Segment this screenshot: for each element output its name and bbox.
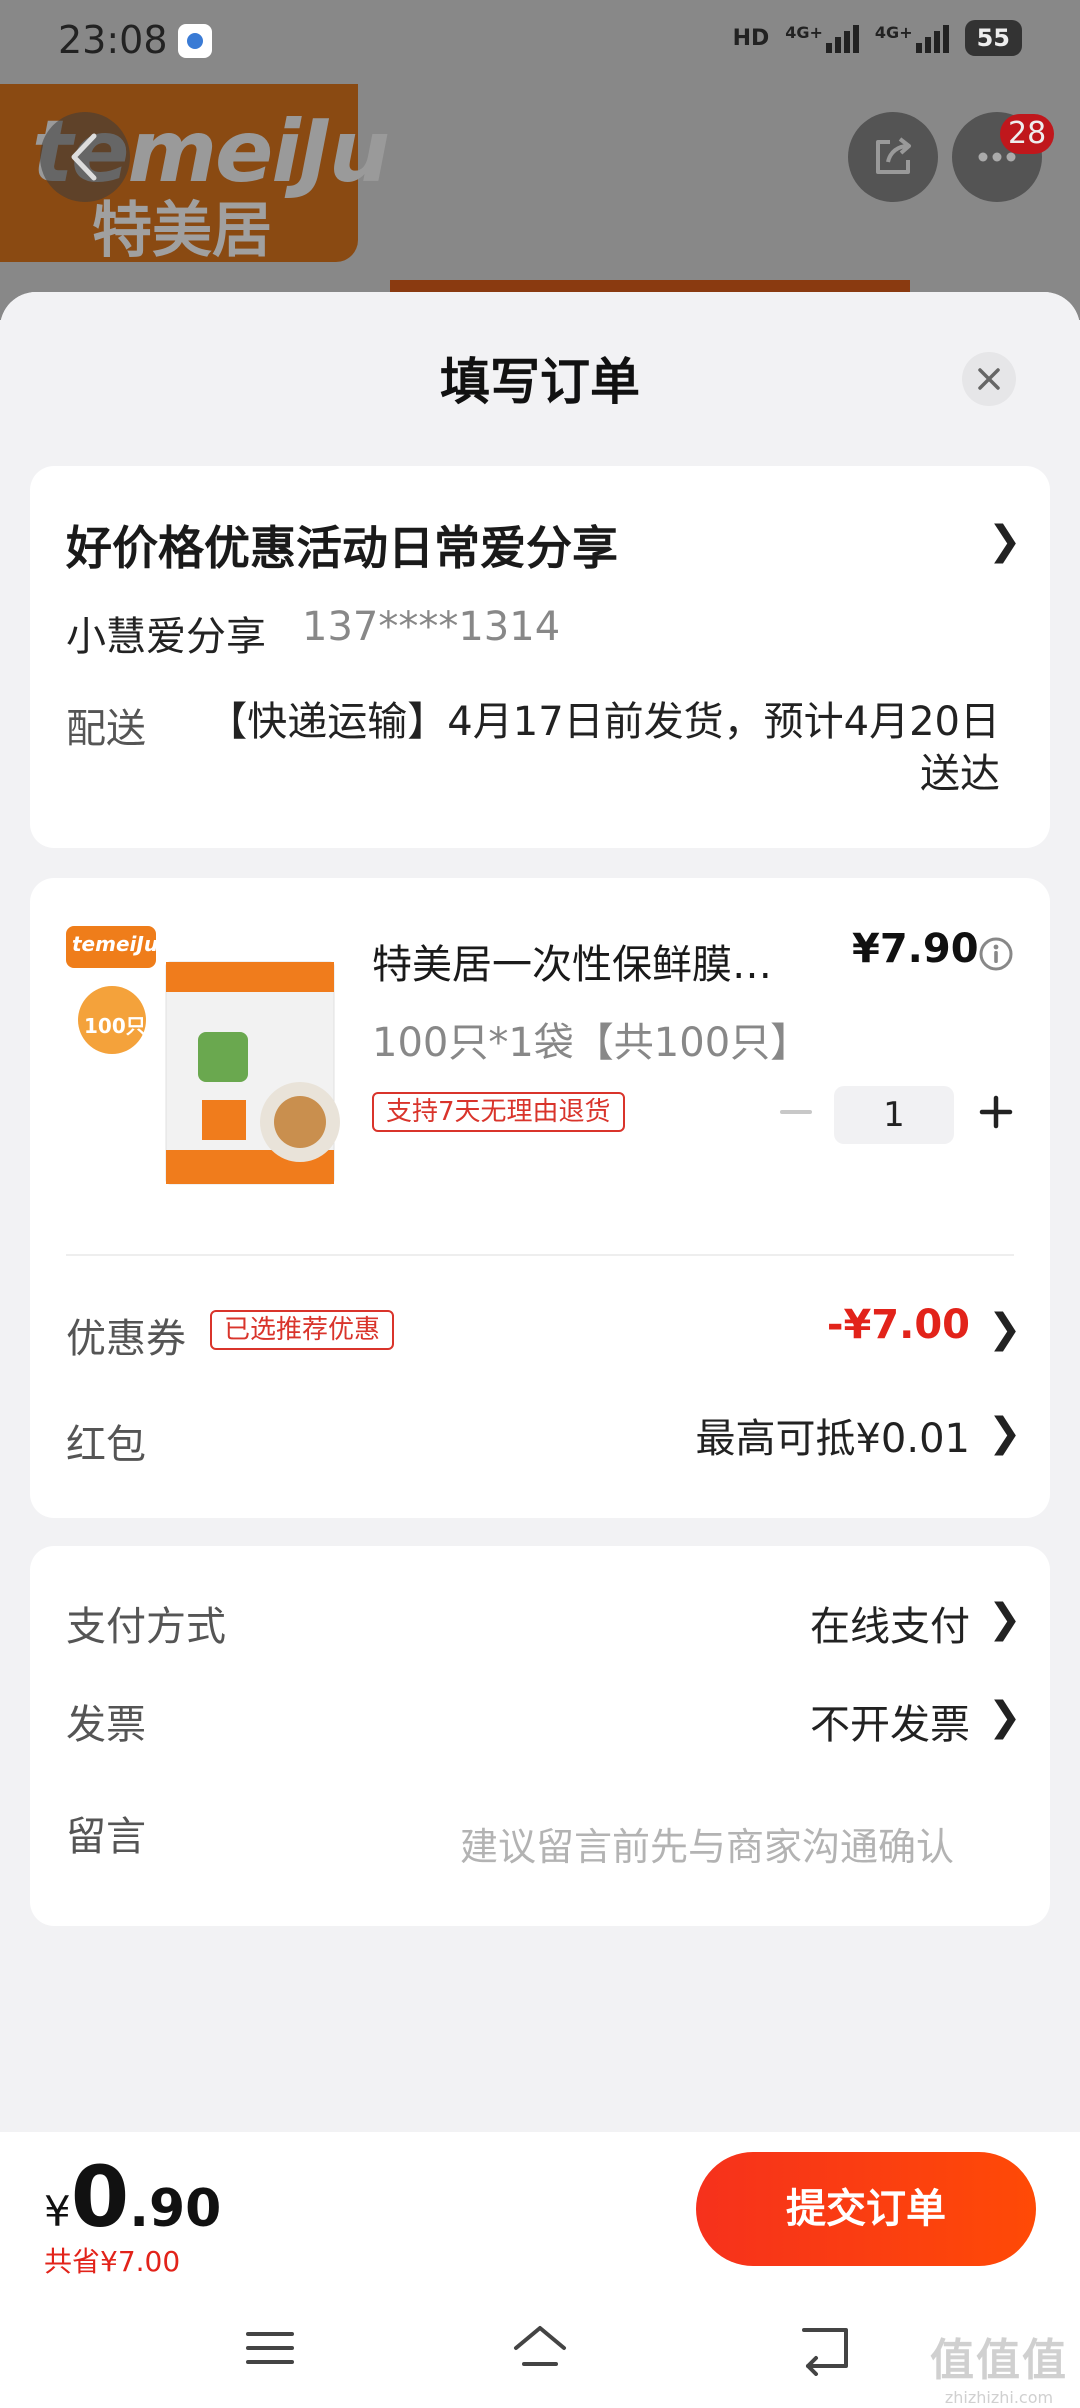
remark-label: 留言 xyxy=(66,1814,146,1860)
invoice-value[interactable]: 不开发票 xyxy=(810,1692,970,1750)
product-card: temeiJu 100只 特美居一次性保鲜膜… ¥7.90 100只*1袋【共1… xyxy=(30,878,1050,1518)
invoice-chevron-icon[interactable]: ❯ xyxy=(988,1694,1022,1740)
sheet-header: 填写订单 xyxy=(0,292,1080,462)
total-price: ¥0.90 xyxy=(44,2148,221,2246)
red-packet-label: 红包 xyxy=(66,1422,146,1468)
app-notification-icon xyxy=(178,24,212,58)
address-title: 好价格优惠活动日常爱分享 xyxy=(66,521,618,575)
battery-icon: 55 xyxy=(964,20,1022,56)
recipient-name: 小慧爱分享 xyxy=(66,614,266,660)
system-nav-bar: 值值值 zhizhizhi.com xyxy=(0,2292,1080,2408)
checkout-bar: ¥0.90 共省¥7.00 提交订单 xyxy=(0,2132,1080,2292)
close-icon xyxy=(978,368,1000,390)
invoice-label: 发票 xyxy=(66,1702,146,1748)
quantity-input[interactable]: 1 xyxy=(834,1086,954,1144)
watermark: 值值值 zhizhizhi.com xyxy=(930,2324,1068,2407)
hd-icon: HD xyxy=(732,25,770,51)
recipient-phone: 137****1314 xyxy=(302,604,561,650)
product-image-badge: 100只 xyxy=(84,1014,146,1038)
coupon-label: 优惠券 xyxy=(66,1316,186,1362)
chevron-left-icon xyxy=(71,133,97,181)
product-image[interactable]: temeiJu 100只 xyxy=(66,922,366,1194)
signal-icon: 4G+ xyxy=(785,23,859,53)
total-integer: 0 xyxy=(70,2148,130,2246)
product-image-brand: temeiJu xyxy=(72,932,159,956)
sim2-label: 4G+ xyxy=(874,23,913,42)
info-icon[interactable] xyxy=(978,936,1014,972)
sim1-label: 4G+ xyxy=(785,23,823,42)
saved-amount: 共省¥7.00 xyxy=(44,2245,181,2278)
back-button[interactable] xyxy=(40,112,130,202)
notification-badge: 28 xyxy=(1000,114,1055,154)
order-sheet: 填写订单 好价格优惠活动日常爱分享 ❯ 小慧爱分享 137****1314 配送… xyxy=(0,292,1080,2408)
remark-input[interactable]: 建议留言前先与商家沟通确认 xyxy=(460,1816,954,1871)
share-icon xyxy=(876,137,911,174)
red-packet-chevron-icon[interactable]: ❯ xyxy=(988,1410,1022,1456)
red-packet-value[interactable]: 最高可抵¥0.01 xyxy=(695,1406,970,1464)
product-thumbnail xyxy=(66,926,340,1185)
home-icon[interactable] xyxy=(510,2320,570,2376)
payment-chevron-icon[interactable]: ❯ xyxy=(988,1596,1022,1642)
total-decimal: .90 xyxy=(129,2179,222,2239)
coupon-value[interactable]: -¥7.00 xyxy=(827,1302,970,1348)
address-card[interactable]: 好价格优惠活动日常爱分享 ❯ 小慧爱分享 137****1314 配送 【快递运… xyxy=(30,466,1050,848)
coupon-tag: 已选推荐优惠 xyxy=(210,1310,395,1350)
product-price: ¥7.90 xyxy=(852,926,979,972)
payment-method-value[interactable]: 在线支付 xyxy=(810,1594,970,1652)
delivery-label: 配送 xyxy=(66,706,146,752)
product-spec[interactable]: 100只*1袋【共100只】 xyxy=(372,1010,810,1068)
quantity-decrease-button[interactable] xyxy=(776,1092,816,1132)
brand-logo-cn: 特美居 xyxy=(92,196,272,266)
coupon-chevron-icon[interactable]: ❯ xyxy=(988,1306,1022,1352)
back-nav-icon[interactable] xyxy=(796,2320,856,2376)
payment-method-label: 支付方式 xyxy=(66,1604,226,1650)
currency-symbol: ¥ xyxy=(44,2187,71,2236)
payment-card: 支付方式 在线支付 ❯ 发票 不开发票 ❯ 留言 建议留言前先与商家沟通确认 xyxy=(30,1546,1050,1926)
quantity-increase-button[interactable] xyxy=(976,1092,1016,1132)
menu-icon[interactable] xyxy=(240,2320,300,2376)
chevron-right-icon: ❯ xyxy=(988,518,1022,564)
signal-icon-2: 4G+ xyxy=(875,23,949,53)
divider xyxy=(66,1254,1014,1256)
sheet-title: 填写订单 xyxy=(440,353,640,411)
background-page: 23:08 HD 4G+ 4G+ 55 temeiJu 特美居 28 xyxy=(0,0,1080,320)
close-button[interactable] xyxy=(962,352,1016,406)
watermark-url: zhizhizhi.com xyxy=(944,2388,1054,2407)
submit-order-button[interactable]: 提交订单 xyxy=(696,2152,1036,2266)
share-button[interactable] xyxy=(848,112,938,202)
delivery-info: 【快递运输】4月17日前发货，预计4月20日送达 xyxy=(207,699,1000,797)
watermark-text: 值值值 xyxy=(930,2335,1068,2386)
status-indicators: HD 4G+ 4G+ 55 xyxy=(733,20,1022,56)
product-name[interactable]: 特美居一次性保鲜膜… xyxy=(372,932,792,990)
status-bar: 23:08 HD 4G+ 4G+ 55 xyxy=(0,0,1080,82)
return-policy-tag: 支持7天无理由退货 xyxy=(372,1092,625,1132)
status-time: 23:08 xyxy=(58,18,168,62)
